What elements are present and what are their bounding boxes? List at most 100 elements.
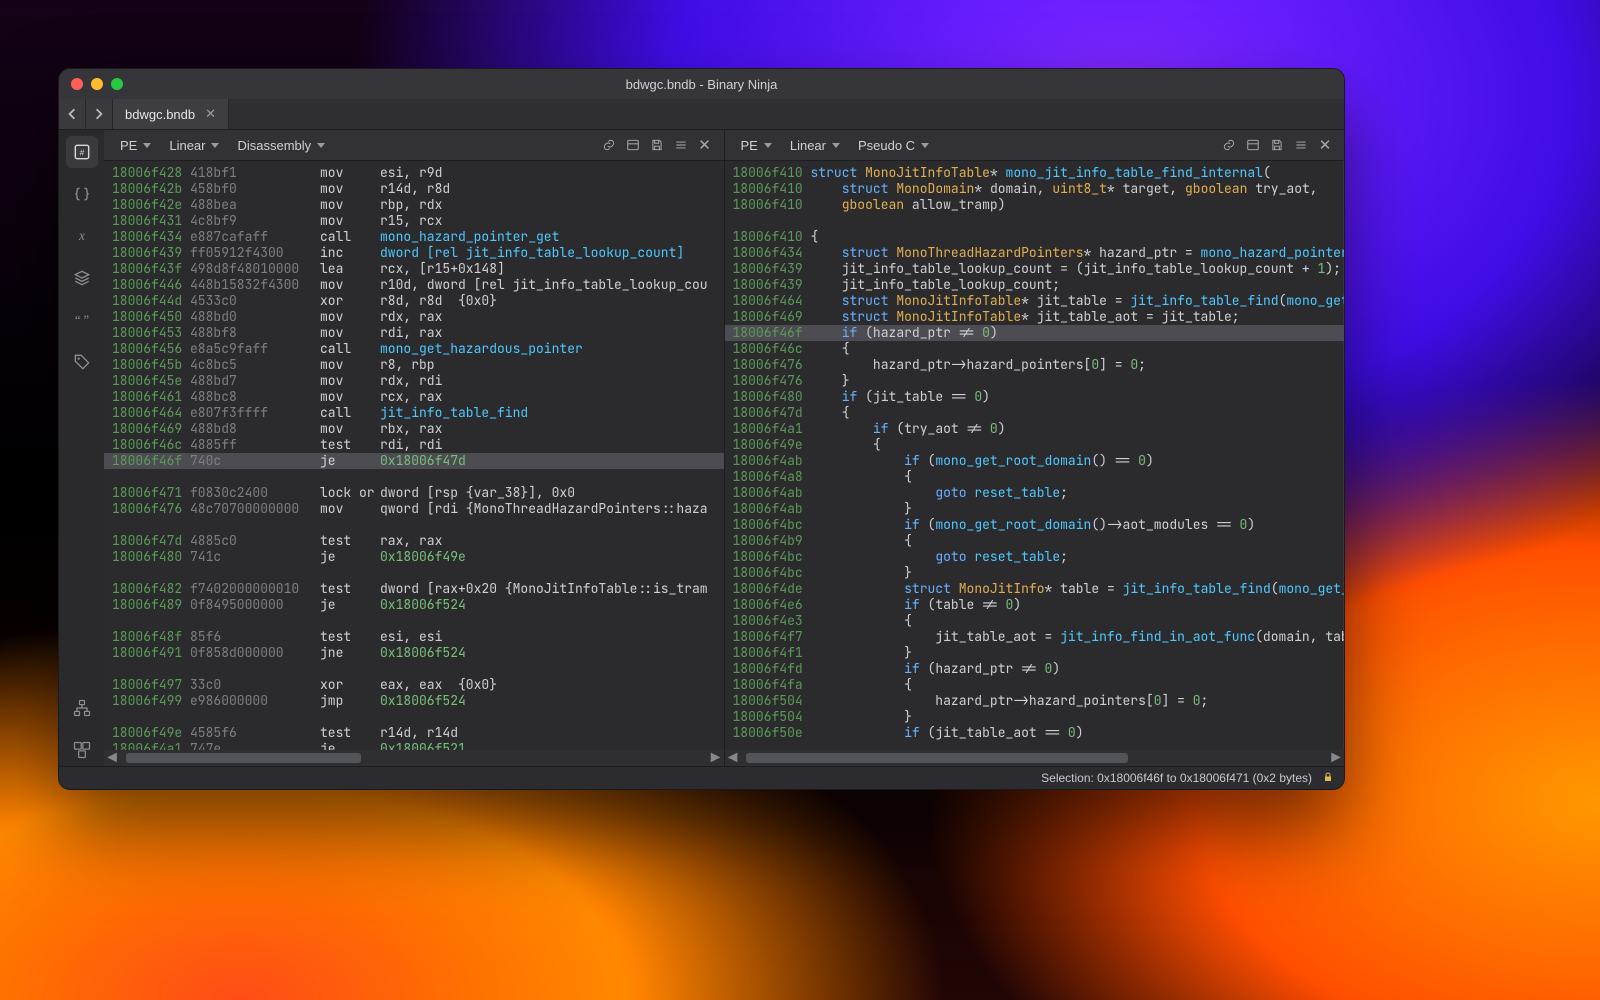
view-dropdown[interactable]: Pseudo C: [850, 134, 937, 157]
disasm-row[interactable]: 18006f446448b15832f4300movr10d, dword [r…: [104, 277, 724, 293]
pseudoc-row[interactable]: 18006f50e if (jit_table_aot == 0): [725, 725, 1345, 741]
components-icon[interactable]: [66, 734, 98, 766]
pseudoc-row[interactable]: 18006f4e6 if (table != 0): [725, 597, 1345, 613]
history-forward-button[interactable]: [86, 99, 113, 129]
disasm-row[interactable]: 18006f42e488beamovrbp, rdx: [104, 197, 724, 213]
disasm-row[interactable]: 18006f461488bc8movrcx, rax: [104, 389, 724, 405]
disasm-row[interactable]: 18006f45b4c8bc5movr8, rbp: [104, 357, 724, 373]
pseudoc-row[interactable]: 18006f46c {: [725, 341, 1345, 357]
minimize-window-button[interactable]: [91, 78, 103, 90]
disasm-row[interactable]: 18006f471f0830c2400lock ordword [rsp {va…: [104, 485, 724, 501]
file-tab[interactable]: bdwgc.bndb ✕: [113, 99, 229, 129]
disasm-row[interactable]: 18006f480741cje0x18006f49e: [104, 549, 724, 565]
history-back-button[interactable]: [59, 99, 86, 129]
disasm-row[interactable]: [104, 613, 724, 629]
split-icon[interactable]: [1242, 134, 1264, 156]
disasm-row[interactable]: 18006f499e986000000jmp0x18006f524: [104, 693, 724, 709]
pseudoc-row[interactable]: 18006f4bc if (mono_get_root_domain()->ao…: [725, 517, 1345, 533]
pseudoc-row[interactable]: 18006f4de struct MonoJitInfo* table = ji…: [725, 581, 1345, 597]
disasm-row[interactable]: 18006f44d4533c0xorr8d, r8d {0x0}: [104, 293, 724, 309]
pseudoc-row[interactable]: 18006f4bc goto reset_table;: [725, 549, 1345, 565]
pseudoc-row[interactable]: 18006f439 jit_info_table_lookup_count;: [725, 277, 1345, 293]
disasm-row[interactable]: 18006f4890f8495000000je0x18006f524: [104, 597, 724, 613]
close-pane-icon[interactable]: ✕: [1314, 134, 1336, 156]
pseudoc-row[interactable]: [725, 213, 1345, 229]
mode-dropdown[interactable]: Linear: [782, 134, 848, 157]
pseudoc-row[interactable]: 18006f476 hazard_ptr->hazard_pointers[0]…: [725, 357, 1345, 373]
pseudoc-row[interactable]: 18006f4a8 {: [725, 469, 1345, 485]
link-icon[interactable]: [1218, 134, 1240, 156]
disasm-row[interactable]: 18006f46c4885fftestrdi, rdi: [104, 437, 724, 453]
close-pane-icon[interactable]: ✕: [694, 134, 716, 156]
save-icon[interactable]: [646, 134, 668, 156]
pseudoc-row[interactable]: 18006f476 }: [725, 373, 1345, 389]
braces-icon[interactable]: [66, 178, 98, 210]
pseudoc-row[interactable]: 18006f4ab goto reset_table;: [725, 485, 1345, 501]
pseudoc-hscrollbar[interactable]: ◄ ►: [725, 750, 1345, 766]
pseudoc-row[interactable]: 18006f4a1 if (try_aot != 0): [725, 421, 1345, 437]
pseudoc-listing[interactable]: 18006f410struct MonoJitInfoTable* mono_j…: [725, 161, 1345, 741]
zoom-window-button[interactable]: [111, 78, 123, 90]
disasm-row[interactable]: 18006f49733c0xoreax, eax {0x0}: [104, 677, 724, 693]
disasm-row[interactable]: 18006f42b458bf0movr14d, r8d: [104, 181, 724, 197]
disasm-row[interactable]: 18006f434e887cafaffcallmono_hazard_point…: [104, 229, 724, 245]
pseudoc-row[interactable]: 18006f46f if (hazard_ptr != 0): [725, 325, 1345, 341]
disasm-row[interactable]: 18006f46f740cje0x18006f47d: [104, 453, 724, 469]
layers-icon[interactable]: [66, 262, 98, 294]
disasm-row[interactable]: 18006f49e4585f6testr14d, r14d: [104, 725, 724, 741]
mode-dropdown[interactable]: Linear: [161, 134, 227, 157]
close-window-button[interactable]: [71, 78, 83, 90]
disasm-row[interactable]: 18006f469488bd8movrbx, rax: [104, 421, 724, 437]
disasm-row[interactable]: [104, 517, 724, 533]
pseudoc-row[interactable]: 18006f4b9 {: [725, 533, 1345, 549]
menu-icon[interactable]: [1290, 134, 1312, 156]
graph-icon[interactable]: [66, 692, 98, 724]
disasm-row[interactable]: 18006f4314c8bf9movr15, rcx: [104, 213, 724, 229]
disasm-row[interactable]: 18006f456e8a5c9faffcallmono_get_hazardou…: [104, 341, 724, 357]
disasm-row[interactable]: 18006f4a1747eje0x18006f521: [104, 741, 724, 750]
pseudoc-row[interactable]: 18006f439 jit_info_table_lookup_count = …: [725, 261, 1345, 277]
pseudoc-row[interactable]: 18006f410struct MonoJitInfoTable* mono_j…: [725, 165, 1345, 181]
disasm-row[interactable]: 18006f450488bd0movrdx, rax: [104, 309, 724, 325]
disasm-row[interactable]: 18006f4910f858d000000jne0x18006f524: [104, 645, 724, 661]
pseudoc-row[interactable]: 18006f4ab if (mono_get_root_domain() == …: [725, 453, 1345, 469]
disasm-row[interactable]: 18006f428418bf1movesi, r9d: [104, 165, 724, 181]
strings-icon[interactable]: “ ”: [66, 304, 98, 336]
disassembly-listing[interactable]: 18006f428418bf1movesi, r9d18006f42b458bf…: [104, 161, 724, 750]
pseudoc-row[interactable]: 18006f4ab }: [725, 501, 1345, 517]
disasm-row[interactable]: [104, 565, 724, 581]
format-dropdown[interactable]: PE: [733, 134, 780, 157]
scroll-right-icon[interactable]: ►: [1328, 750, 1344, 766]
scroll-right-icon[interactable]: ►: [708, 750, 724, 766]
lock-icon[interactable]: [1322, 771, 1334, 786]
pseudoc-row[interactable]: 18006f410 struct MonoDomain* domain, uin…: [725, 181, 1345, 197]
disasm-row[interactable]: [104, 661, 724, 677]
hex-view-icon[interactable]: #: [66, 136, 98, 168]
tags-icon[interactable]: [66, 346, 98, 378]
scroll-left-icon[interactable]: ◄: [104, 750, 120, 766]
pseudoc-row[interactable]: 18006f4f7 jit_table_aot = jit_info_find_…: [725, 629, 1345, 645]
titlebar[interactable]: bdwgc.bndb - Binary Ninja: [59, 69, 1344, 99]
pseudoc-row[interactable]: 18006f4fd if (hazard_ptr != 0): [725, 661, 1345, 677]
format-dropdown[interactable]: PE: [112, 134, 159, 157]
disasm-row[interactable]: 18006f48f85f6testesi, esi: [104, 629, 724, 645]
split-icon[interactable]: [622, 134, 644, 156]
pseudoc-row[interactable]: 18006f4f1 }: [725, 645, 1345, 661]
close-tab-icon[interactable]: ✕: [205, 106, 216, 122]
pseudoc-row[interactable]: 18006f49e {: [725, 437, 1345, 453]
pseudoc-row[interactable]: 18006f480 if (jit_table == 0): [725, 389, 1345, 405]
disasm-row[interactable]: 18006f464e807f3ffffcalljit_info_table_fi…: [104, 405, 724, 421]
disasm-row[interactable]: 18006f45e488bd7movrdx, rdi: [104, 373, 724, 389]
disasm-row[interactable]: 18006f43f498d8f48010000learcx, [r15+0x14…: [104, 261, 724, 277]
variable-icon[interactable]: x: [66, 220, 98, 252]
menu-icon[interactable]: [670, 134, 692, 156]
disasm-row[interactable]: [104, 469, 724, 485]
pseudoc-row[interactable]: 18006f4e3 {: [725, 613, 1345, 629]
pseudoc-row[interactable]: 18006f410 gboolean allow_tramp): [725, 197, 1345, 213]
disasm-row[interactable]: 18006f453488bf8movrdi, rax: [104, 325, 724, 341]
pseudoc-row[interactable]: 18006f504 hazard_ptr->hazard_pointers[0]…: [725, 693, 1345, 709]
view-dropdown[interactable]: Disassembly: [229, 134, 333, 157]
pseudoc-row[interactable]: 18006f464 struct MonoJitInfoTable* jit_t…: [725, 293, 1345, 309]
link-icon[interactable]: [598, 134, 620, 156]
save-icon[interactable]: [1266, 134, 1288, 156]
